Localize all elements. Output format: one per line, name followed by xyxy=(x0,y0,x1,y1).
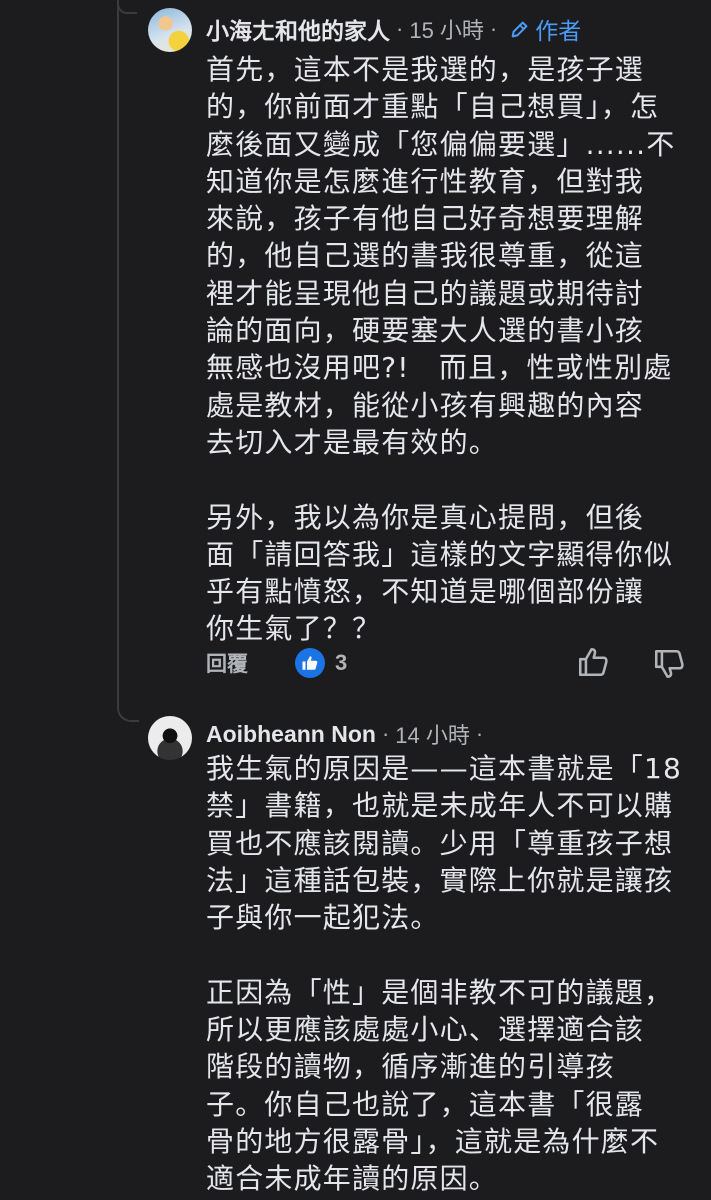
reaction-count: 3 xyxy=(335,650,348,675)
comment-header: Aoibheann Non · 14 小時 · xyxy=(206,717,483,751)
thumb-down-icon[interactable] xyxy=(652,647,686,681)
thread-connector xyxy=(117,694,139,722)
thread-line xyxy=(117,0,119,700)
comment-header: 小海ㄤ和他的家人 · 15 小時 · 作者 xyxy=(206,12,581,46)
comment-text: 首先，這本不是我選的，是孩子選 的，你前面才重點「自己想買」，怎 麼後面又變成「… xyxy=(206,53,676,646)
author-badge: 作者 xyxy=(509,12,581,46)
timestamp[interactable]: 14 小時 xyxy=(395,718,470,750)
reaction-summary[interactable]: 3 xyxy=(295,648,347,678)
author-name[interactable]: 小海ㄤ和他的家人 xyxy=(206,12,390,46)
author-badge-label: 作者 xyxy=(535,18,582,44)
author-name[interactable]: Aoibheann Non xyxy=(206,721,376,748)
comment-actions: 回覆 3 xyxy=(206,643,696,683)
avatar[interactable] xyxy=(148,716,192,760)
reply-button[interactable]: 回覆 xyxy=(206,648,248,678)
more-dot: · xyxy=(489,16,498,41)
thread-connector-top xyxy=(117,0,137,14)
pencil-icon xyxy=(511,21,528,38)
like-icon xyxy=(295,648,325,678)
avatar[interactable] xyxy=(148,8,192,52)
thumb-up-icon[interactable] xyxy=(576,645,610,679)
more-dot: · xyxy=(475,721,484,746)
timestamp[interactable]: 15 小時 xyxy=(409,13,484,45)
separator: · xyxy=(381,721,390,746)
separator: · xyxy=(396,16,404,41)
comment-text: 我生氣的原因是——這本書就是「18 禁」書籍，也就是未成年人不可以購 買也不應該… xyxy=(206,752,683,1196)
